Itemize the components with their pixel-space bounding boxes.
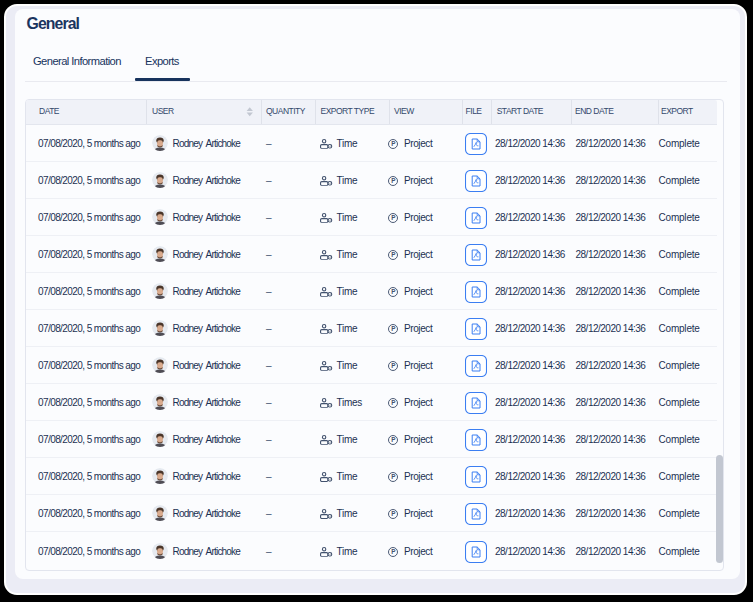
svg-text:P: P [391,288,396,295]
svg-text:P: P [391,214,396,221]
svg-text:P: P [391,325,396,332]
svg-text:P: P [391,399,396,406]
svg-text:P: P [391,474,396,481]
svg-text:P: P [391,362,396,369]
svg-text:P: P [391,251,396,258]
svg-text:P: P [391,511,396,518]
svg-text:P: P [391,436,396,443]
svg-text:P: P [391,548,396,555]
svg-text:P: P [391,177,396,184]
svg-text:P: P [391,140,396,147]
